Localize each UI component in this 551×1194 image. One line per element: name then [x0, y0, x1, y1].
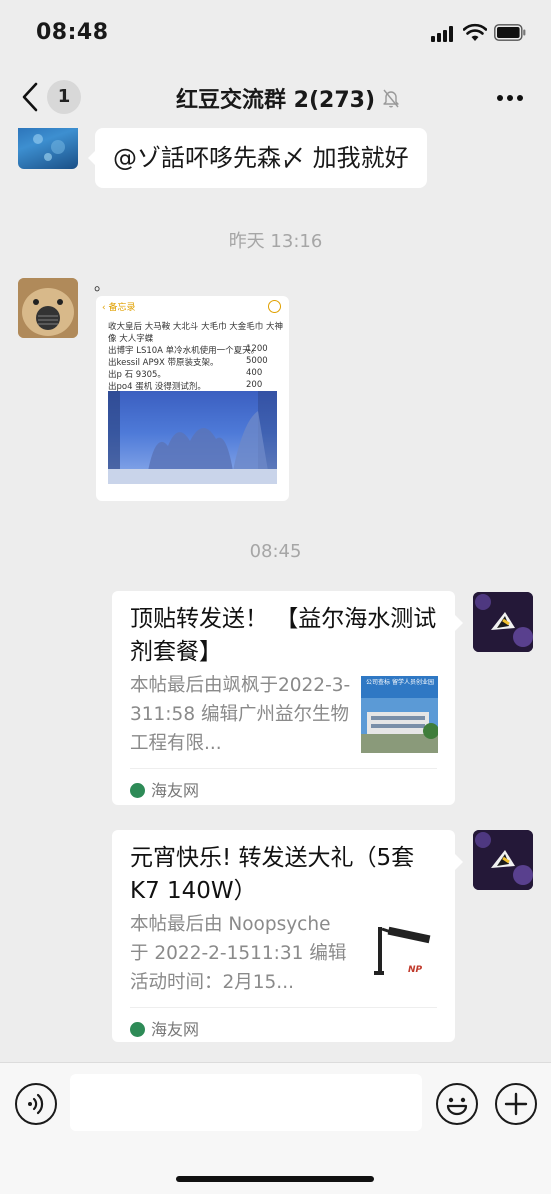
plus-icon — [504, 1092, 528, 1116]
memo-line: 收大皇后 大马鞍 大北斗 大毛巾 大金毛巾 大神 — [108, 322, 284, 332]
voice-button[interactable] — [15, 1083, 57, 1125]
building-photo-icon — [361, 676, 438, 753]
memo-price: 200 — [246, 380, 263, 390]
memo-more-icon — [268, 300, 281, 313]
fish-avatar-icon — [473, 830, 533, 890]
avatar[interactable] — [18, 278, 78, 338]
card-title: 顶贴转发送！ 【益尔海水测试剂套餐】 — [130, 606, 437, 665]
card-title: 元宵快乐! 转发送大礼（5套 K7 140W） — [130, 845, 415, 904]
source-name: 海友网 — [151, 781, 200, 800]
card-divider — [130, 1007, 437, 1008]
source-name: 海友网 — [151, 1020, 200, 1039]
diver-photo-icon — [33, 134, 65, 161]
memo-price: 5000 — [246, 356, 268, 366]
message-input[interactable] — [70, 1074, 422, 1131]
more-dots-icon[interactable] — [496, 94, 524, 102]
avatar[interactable] — [473, 830, 533, 890]
memo-line: 出博宇 LS10A 单冷水机使用一个夏天。 — [108, 346, 260, 356]
aquarium-photo — [108, 391, 277, 484]
source-logo-icon — [130, 1022, 145, 1037]
link-card[interactable]: 元宵快乐! 转发送大礼（5套 K7 140W） 本帖最后由 Noopsyche … — [112, 830, 463, 1042]
image-message[interactable]: ‹ 备忘录 收大皇后 大马鞍 大北斗 大毛巾 大金毛巾 大神 像 大人字蝶 出博… — [96, 296, 289, 501]
memo-line: 出p 石 9305。 — [108, 370, 166, 380]
memo-price: 1200 — [246, 344, 268, 354]
fish-avatar-icon — [473, 592, 533, 652]
memo-back-label: ‹ 备忘录 — [102, 303, 136, 313]
card-thumbnail: 公司查标 留学人员创业园 — [361, 676, 438, 753]
card-source: 海友网 — [130, 777, 199, 801]
light-fixture-photo-icon — [374, 926, 431, 975]
card-description: 本帖最后由飒枫于2022-3-311:58 编辑广州益尔生物工程有限... — [130, 675, 351, 754]
nav-bar: 1 红豆交流群 2(273) — [0, 66, 551, 128]
status-time: 08:48 — [36, 20, 109, 45]
avatar[interactable] — [18, 128, 78, 169]
memo-back-text: 备忘录 — [108, 303, 136, 313]
dog-avatar-icon — [18, 278, 78, 338]
emoji-icon — [446, 1097, 468, 1116]
card-thumbnail: NP — [368, 915, 445, 992]
dot-message: 。 — [94, 275, 111, 294]
memo-price: 400 — [246, 368, 263, 378]
mute-bell-icon — [383, 89, 399, 108]
status-bar: 08:48 — [0, 0, 551, 66]
card-description: 本帖最后由 Noopsyche 于 2022-2-1511:31 编辑活动时间：… — [130, 914, 347, 993]
thumbnail-text: NP — [408, 965, 423, 975]
card-source: 海友网 — [130, 1016, 199, 1040]
battery-icon — [494, 24, 526, 41]
emoji-button[interactable] — [436, 1083, 478, 1125]
voice-icon — [28, 1093, 44, 1115]
timestamp: 昨天 13:16 — [228, 231, 323, 252]
plus-button[interactable] — [495, 1083, 537, 1125]
link-card[interactable]: 顶贴转发送！ 【益尔海水测试剂套餐】 本帖最后由飒枫于2022-3-311:58… — [112, 591, 463, 805]
avatar[interactable] — [473, 592, 533, 652]
card-divider — [130, 768, 437, 769]
chat-area[interactable]: @ゾ話吥哆先森〆 加我就好 昨天 13:16 。 ‹ 备忘录 收大皇后 大马鞍 … — [0, 128, 551, 1062]
home-indicator — [176, 1176, 374, 1182]
message-text: @ゾ話吥哆先森〆 加我就好 — [113, 144, 409, 172]
message-bubble[interactable]: @ゾ話吥哆先森〆 加我就好 — [88, 128, 427, 188]
signal-icon — [431, 26, 457, 42]
thumbnail-text: 公司查标 留学人员创业园 — [366, 679, 434, 686]
aquarium-rocks-icon — [108, 391, 277, 484]
timestamp: 08:45 — [249, 541, 302, 562]
wifi-icon — [463, 23, 487, 41]
memo-line: 像 大人字蝶 — [108, 334, 154, 344]
input-bar — [0, 1062, 551, 1194]
chat-title: 红豆交流群 2(273) — [176, 88, 375, 113]
source-logo-icon — [130, 783, 145, 798]
memo-line: 出kessil AP9X 带原装支架。 — [108, 358, 219, 368]
